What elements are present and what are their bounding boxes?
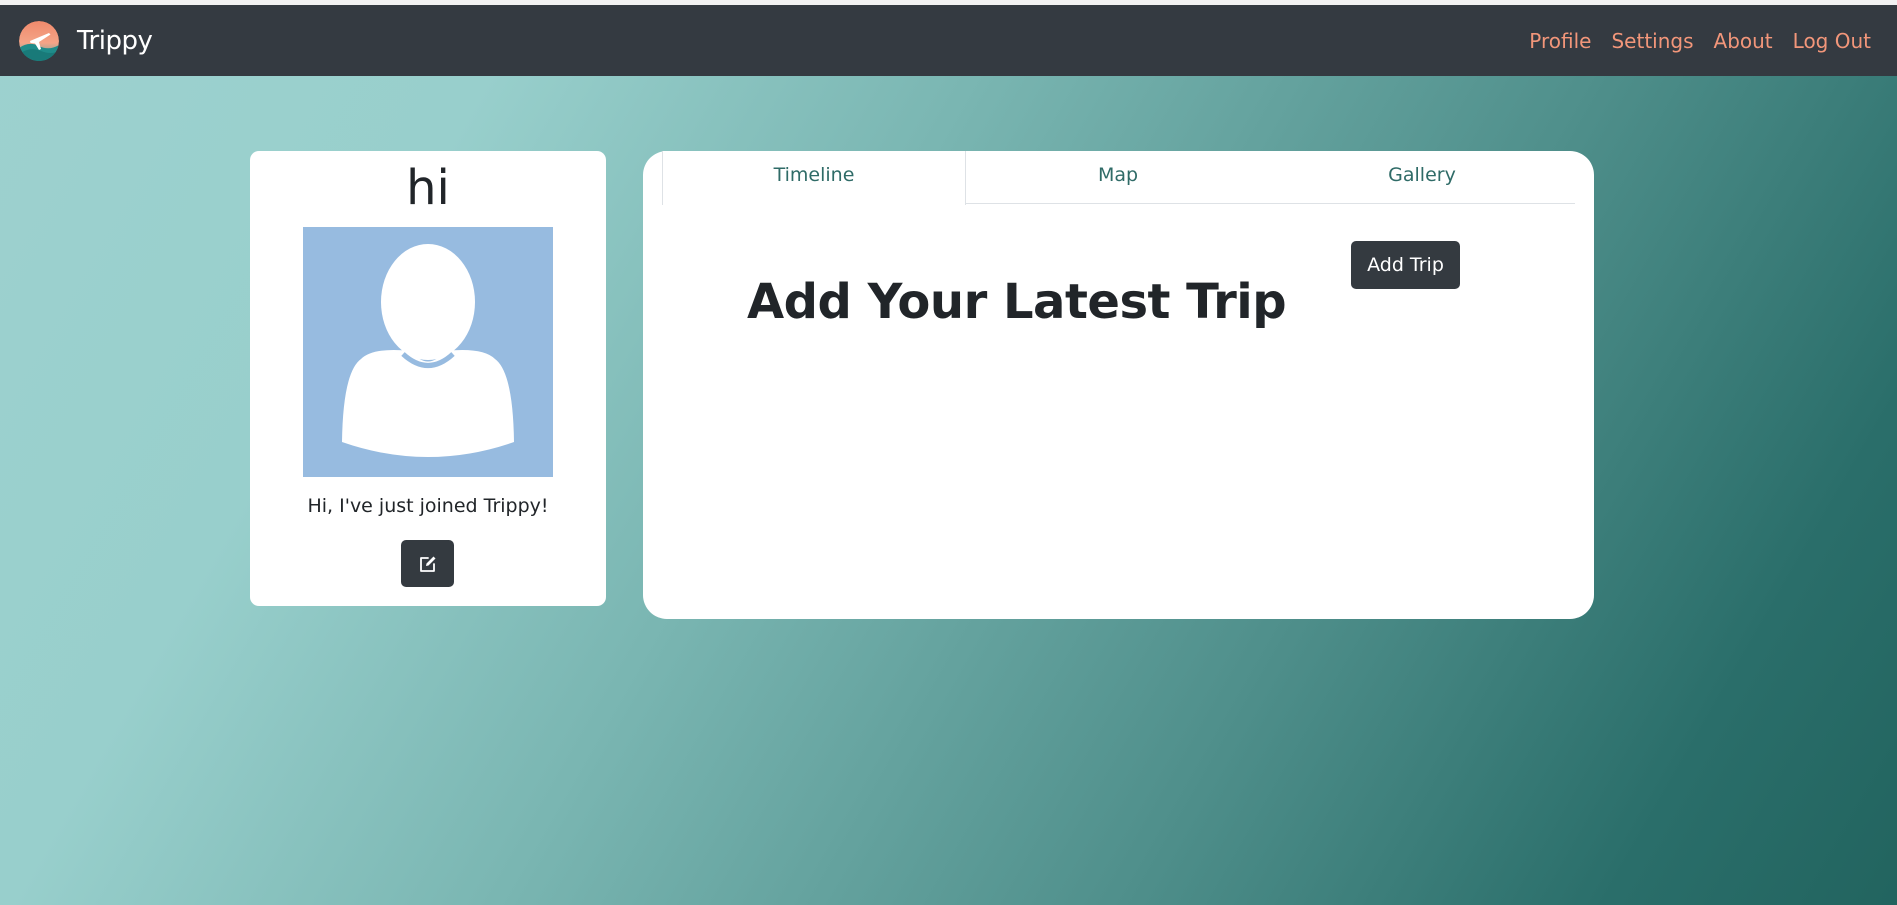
profile-name: hi xyxy=(406,160,450,216)
top-navbar: Trippy Profile Settings About Log Out xyxy=(0,5,1897,76)
trips-panel: Timeline Map Gallery Add Your Latest Tri… xyxy=(643,151,1594,619)
nav-link-profile[interactable]: Profile xyxy=(1529,27,1591,55)
nav-links: Profile Settings About Log Out xyxy=(1529,27,1871,55)
default-avatar-icon xyxy=(342,244,514,457)
edit-icon xyxy=(419,556,435,572)
nav-link-settings[interactable]: Settings xyxy=(1611,27,1693,55)
trippy-logo-icon[interactable] xyxy=(19,21,59,61)
brand-name[interactable]: Trippy xyxy=(77,25,153,57)
tab-gallery[interactable]: Gallery xyxy=(1270,151,1574,204)
tab-timeline[interactable]: Timeline xyxy=(662,151,966,205)
edit-profile-button[interactable] xyxy=(401,540,454,587)
add-trip-heading: Add Your Latest Trip xyxy=(747,274,1287,331)
add-trip-button[interactable]: Add Trip xyxy=(1351,241,1460,289)
tab-map[interactable]: Map xyxy=(966,151,1270,204)
nav-link-log-out[interactable]: Log Out xyxy=(1793,27,1871,55)
tab-bar: Timeline Map Gallery xyxy=(662,151,1575,205)
profile-card: hi Hi, I've just joined Trippy! xyxy=(250,151,606,606)
profile-bio: Hi, I've just joined Trippy! xyxy=(307,495,549,517)
avatar xyxy=(303,227,553,477)
nav-link-about[interactable]: About xyxy=(1714,27,1773,55)
